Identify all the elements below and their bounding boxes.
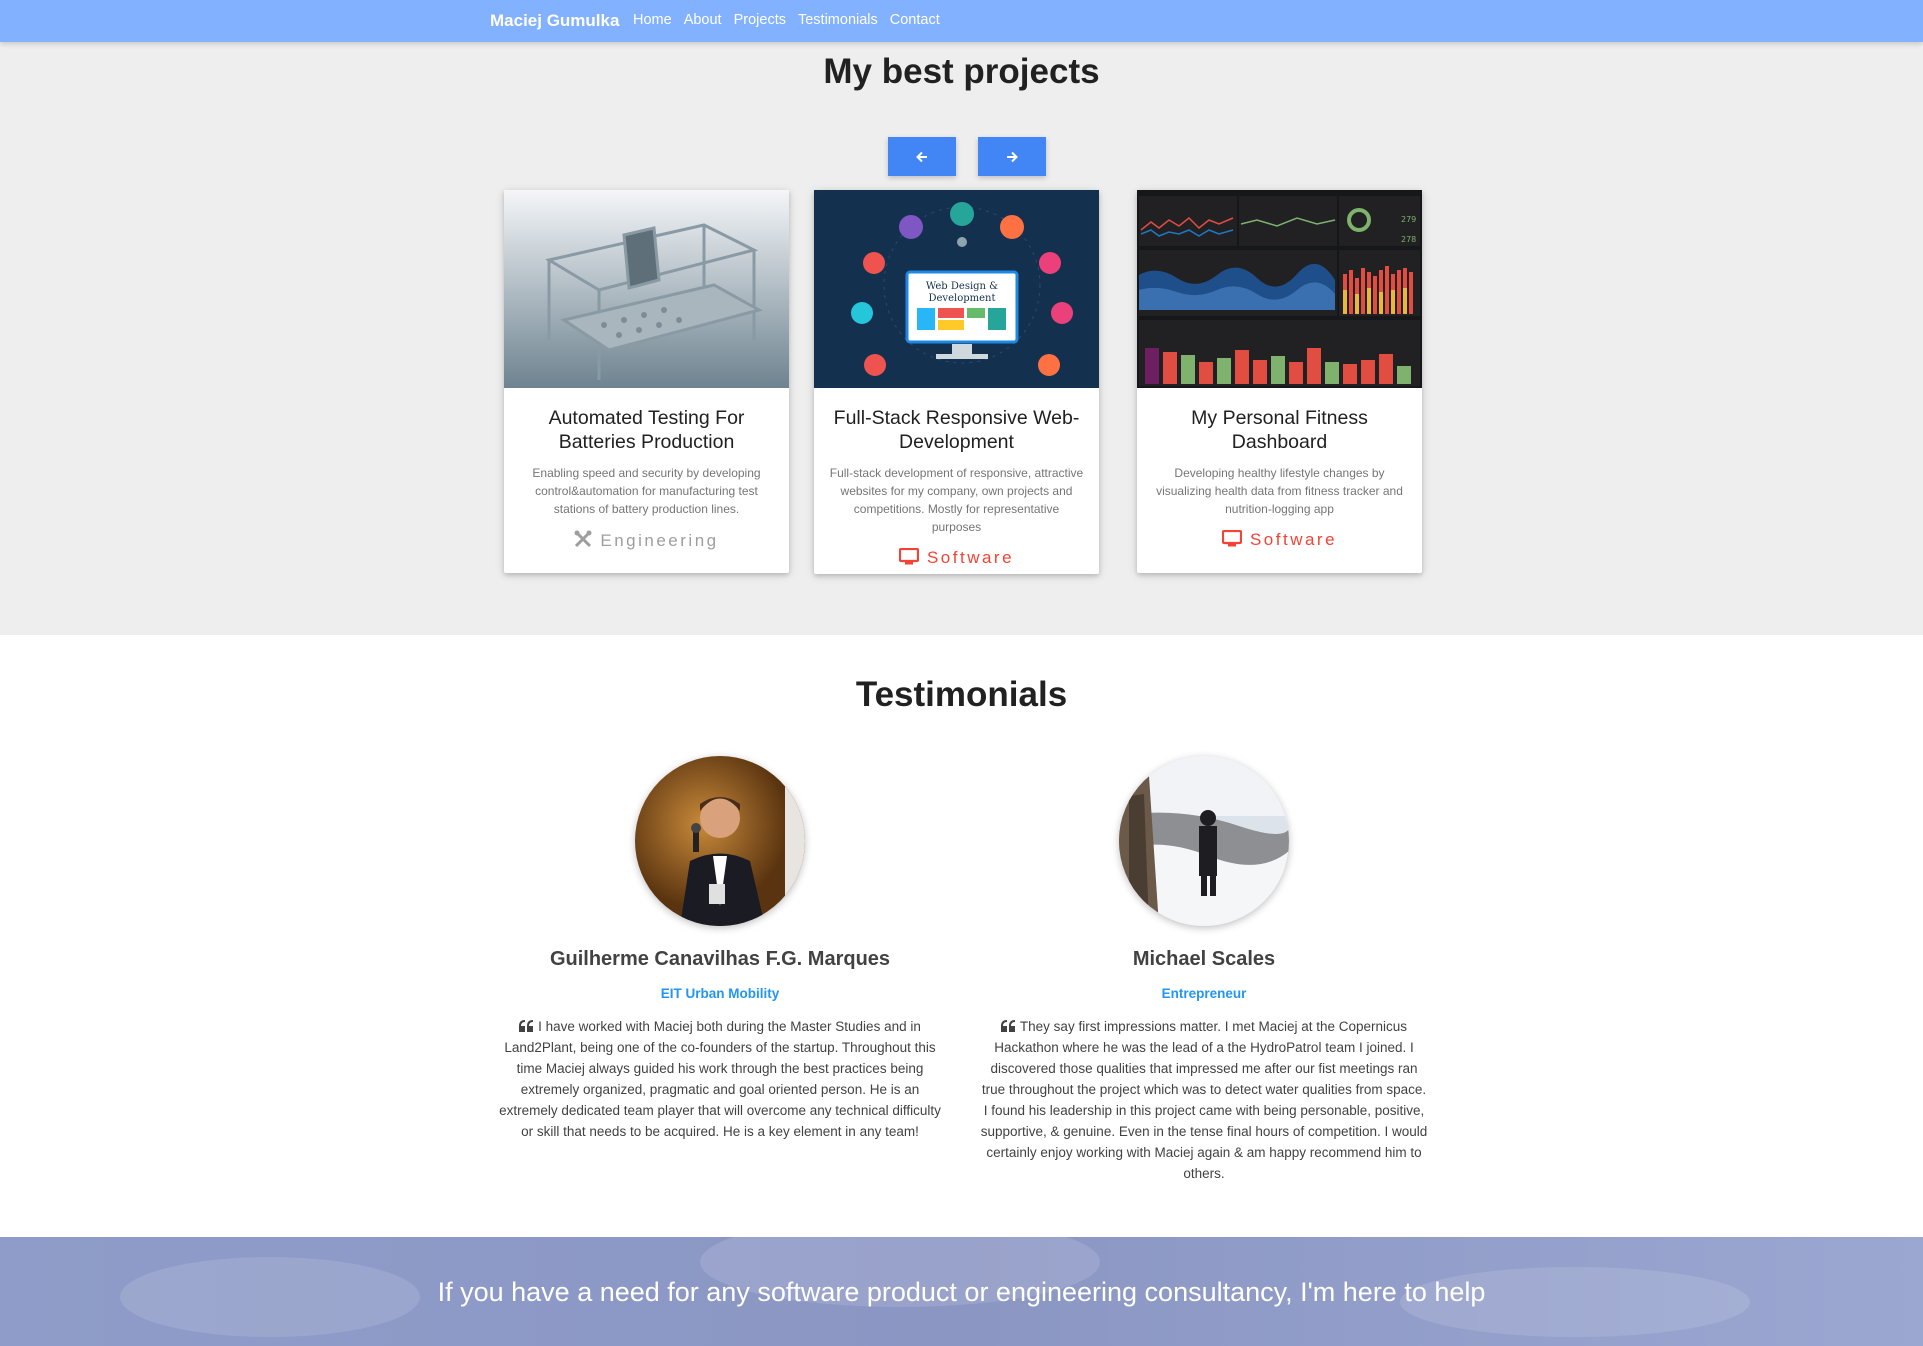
banner-text: If you have a need for any software prod… [437,1277,1486,1307]
svg-text:Development: Development [929,293,996,304]
nav-link-testimonials[interactable]: Testimonials [798,12,878,28]
nav-link-projects[interactable]: Projects [734,12,786,28]
brand-logo[interactable]: Maciej Gumulka [490,11,619,31]
project-card-batteries[interactable]: Automated Testing For Batteries Producti… [504,190,789,573]
testimonial-role: Entrepreneur [1161,986,1247,1001]
avatar [1119,756,1289,926]
testimonial-role: EIT Urban Mobility [660,986,780,1001]
nav-link-home[interactable]: Home [633,12,672,28]
testimonials-title: Testimonials [855,675,1068,714]
projects-section: My best projects Automated Testing For B… [0,42,1923,635]
project-category[interactable]: Software [814,547,1099,568]
carousel-controls [888,137,1046,176]
project-card-webdev[interactable]: Web Design & Development Full-Stack Resp… [814,190,1099,574]
testimonial-name: Michael Scales [1132,948,1276,970]
project-category-label: Software [1249,530,1338,549]
carousel-next-button[interactable] [978,137,1046,176]
quote-left-icon [519,1020,534,1032]
web-design-image-text: Web Design & [926,281,998,292]
arrow-right-icon [1007,151,1018,162]
project-category[interactable]: Software [1137,529,1422,550]
quote-left-icon [1000,1020,1015,1032]
testimonial-quote: They say first impressions matter. I met… [979,1016,1429,1184]
project-title: Automated Testing For Batteries Producti… [548,407,745,453]
project-description: Developing healthy lifestyle changes by … [1156,466,1403,516]
project-description: Enabling speed and security by developin… [532,466,761,516]
project-card-fitness[interactable]: 279 278 My Personal Fitness Dashboard De [1137,190,1422,573]
project-description: Full-stack development of responsive, at… [829,466,1084,534]
contact-banner: If you have a need for any software prod… [0,1237,1923,1346]
testimonials-section: Testimonials Guilherme Canavilhas F.G. M… [0,635,1923,1237]
arrow-left-icon [916,151,927,162]
project-image-fitness-dashboard: 279 278 [1137,190,1422,388]
project-title: My Personal Fitness Dashboard [1191,407,1368,453]
testimonial-quote-text: I have worked with Maciej both during th… [499,1019,941,1139]
project-image-battery-machine [504,190,789,388]
project-category-label: Software [926,548,1015,567]
tools-icon [574,530,592,548]
testimonial-quote: I have worked with Maciej both during th… [495,1016,945,1142]
testimonial-quote-text: They say first impressions matter. I met… [980,1019,1428,1181]
projects-title: My best projects [823,52,1100,91]
project-title: Full-Stack Responsive Web-Development [833,407,1080,453]
desktop-icon [898,547,920,565]
svg-text:279: 279 [1401,215,1416,224]
svg-text:278: 278 [1401,235,1416,244]
testimonial-card: Guilherme Canavilhas F.G. Marques EIT Ur… [495,756,945,1142]
avatar [635,756,805,926]
nav-links: Home About Projects Testimonials Contact [633,12,952,28]
nav-link-contact[interactable]: Contact [890,12,940,28]
project-category[interactable]: Engineering [504,530,789,551]
project-category-label: Engineering [600,531,719,550]
testimonial-name: Guilherme Canavilhas F.G. Marques [549,948,891,970]
testimonial-card: Michael Scales Entrepreneur They say fir… [979,756,1429,1184]
desktop-icon [1221,529,1243,547]
navbar: Maciej Gumulka Home About Projects Testi… [0,0,1923,42]
carousel-prev-button[interactable] [888,137,956,176]
nav-link-about[interactable]: About [684,12,722,28]
project-image-web-design: Web Design & Development [814,190,1099,388]
